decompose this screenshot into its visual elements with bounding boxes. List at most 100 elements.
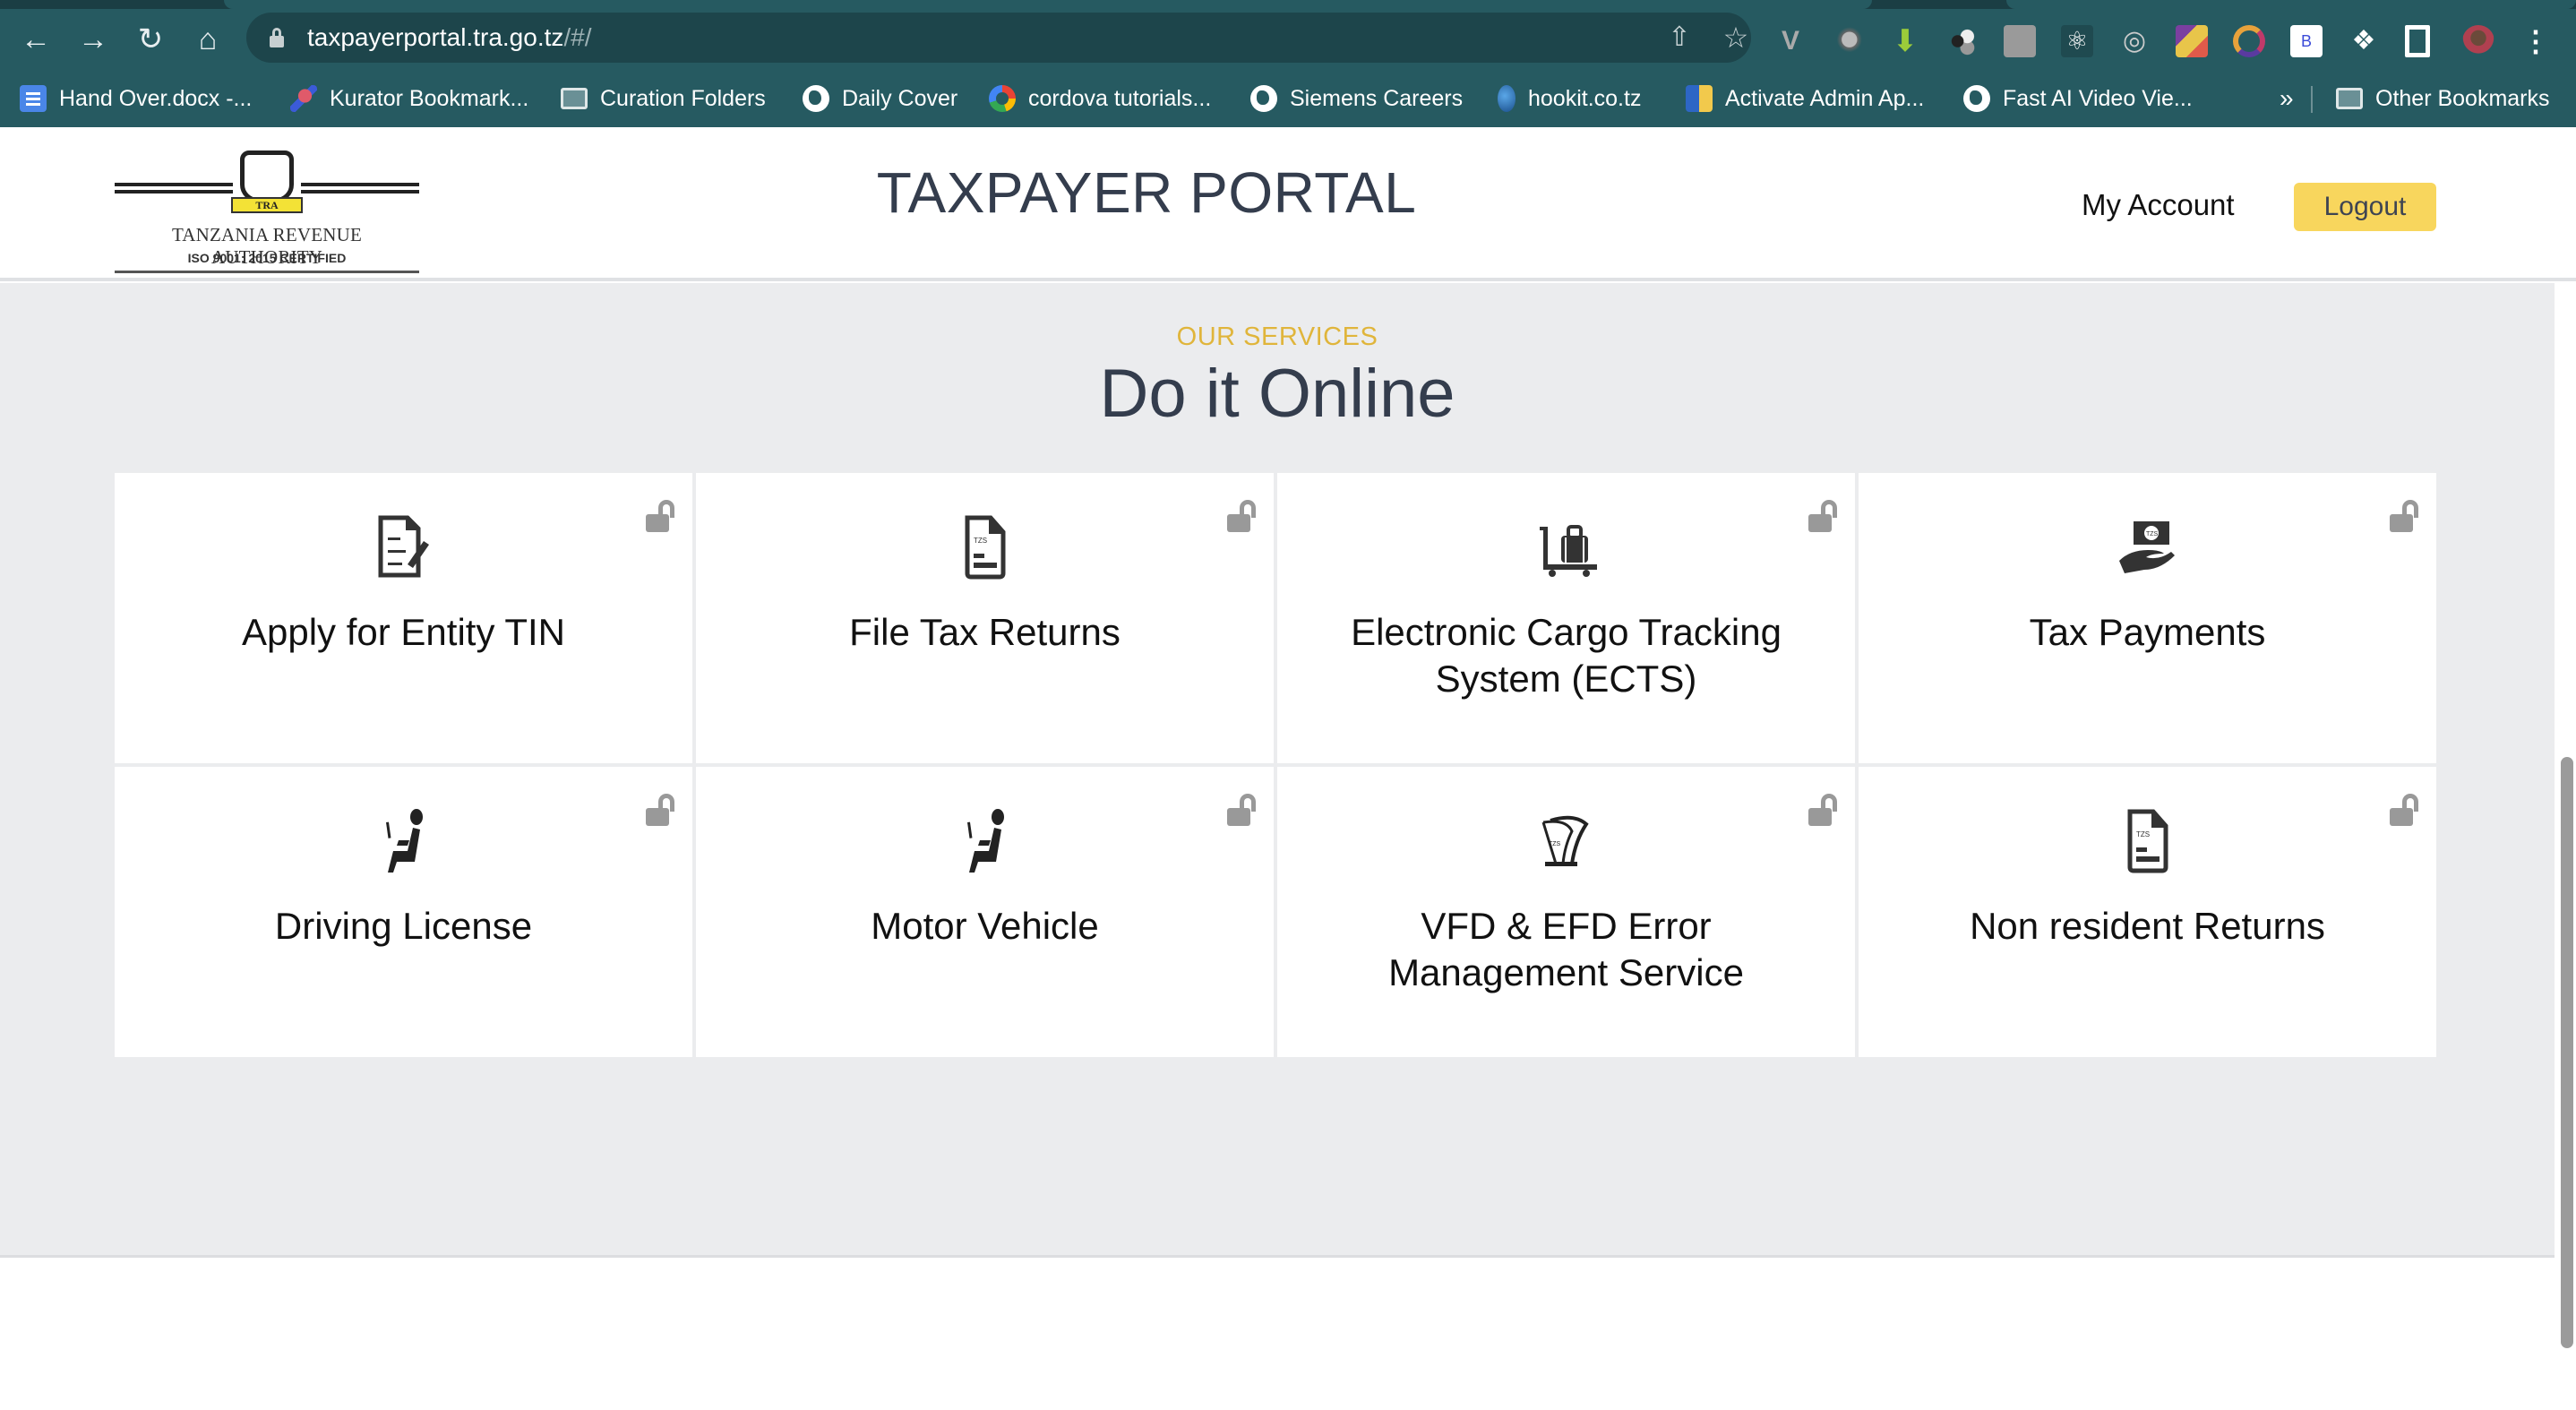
- portal-title: TAXPAYER PORTAL: [876, 160, 1417, 225]
- my-account-link[interactable]: My Account: [2082, 188, 2235, 222]
- receipt-printer-icon: TZS: [1541, 815, 1589, 866]
- bookmark-label: Hand Over.docx -...: [59, 85, 253, 111]
- service-card-ects[interactable]: Electronic Cargo Tracking System (ECTS): [1277, 473, 1855, 763]
- service-label: Motor Vehicle: [871, 905, 1099, 947]
- ring-extension-icon[interactable]: [2233, 25, 2265, 57]
- bookmark-label: cordova tutorials...: [1028, 85, 1212, 111]
- svg-text:TZS: TZS: [2136, 830, 2150, 838]
- lock-icon[interactable]: [270, 28, 284, 47]
- service-card-driving-license[interactable]: Driving License: [115, 767, 692, 1057]
- unlocked-padlock-icon: [646, 500, 676, 532]
- service-label: File Tax Returns: [849, 611, 1121, 653]
- home-icon: ⌂: [198, 22, 218, 56]
- bookmark-label: hookit.co.tz: [1528, 85, 1642, 111]
- bookmarks-bar: Hand Over.docx -... Kurator Bookmark... …: [0, 72, 2576, 125]
- globe-icon: [1250, 85, 1277, 112]
- share-icon[interactable]: ⇧: [1663, 21, 1696, 54]
- reload-button[interactable]: ↻: [133, 21, 168, 57]
- luggage-cart-icon: [1539, 525, 1597, 577]
- unlocked-padlock-icon: [1808, 794, 1839, 826]
- bookmark-label: Kurator Bookmark...: [330, 85, 529, 111]
- touch-icon[interactable]: [2004, 25, 2036, 57]
- star-icon[interactable]: ☆: [1720, 21, 1752, 54]
- react-devtools-icon[interactable]: ⚛: [2061, 25, 2093, 57]
- service-card-file-tax-returns[interactable]: TZS File Tax Returns: [696, 473, 1274, 763]
- service-label: Apply for Entity TIN: [241, 611, 566, 653]
- kurator-icon: [290, 85, 317, 112]
- bookmark-item[interactable]: Activate Admin Ap...: [1686, 82, 1924, 115]
- iso-certification: ISO 9001: 2015 CERTIFIED: [187, 251, 347, 265]
- service-label: Driving License: [274, 905, 533, 947]
- url-host: taxpayerportal.tra.go.tz: [307, 23, 564, 51]
- bookmark-item[interactable]: Kurator Bookmark...: [290, 82, 528, 115]
- bookmark-item[interactable]: Hand Over.docx -...: [20, 82, 252, 115]
- b-extension-icon[interactable]: B: [2290, 25, 2323, 57]
- forward-button[interactable]: →: [75, 21, 111, 57]
- services-section: OUR SERVICES Do it Online Apply for Enti…: [0, 283, 2555, 1258]
- folder-icon: [561, 88, 588, 109]
- bookmark-item[interactable]: cordova tutorials...: [989, 82, 1211, 115]
- bookmark-item[interactable]: Daily Cover: [803, 82, 957, 115]
- bookmark-item[interactable]: hookit.co.tz: [1498, 82, 1641, 115]
- tzs-document-icon: TZS: [965, 515, 1005, 580]
- tab-strip: [0, 0, 2576, 9]
- logout-button[interactable]: Logout: [2294, 183, 2436, 231]
- bookmark-label: Curation Folders: [600, 85, 766, 111]
- unlocked-padlock-icon: [646, 794, 676, 826]
- driver-seat-icon: [966, 809, 1004, 873]
- hand-money-icon: TZS: [2118, 521, 2175, 573]
- home-button[interactable]: ⌂: [190, 21, 226, 57]
- tzs-document-icon: TZS: [2127, 809, 2168, 873]
- service-card-vfd-efd[interactable]: TZS VFD & EFD Error Management Service: [1277, 767, 1855, 1057]
- other-bookmarks-folder[interactable]: Other Bookmarks: [2336, 82, 2550, 115]
- service-card-apply-entity-tin[interactable]: Apply for Entity TIN: [115, 473, 692, 763]
- download-icon[interactable]: ⬇: [1889, 25, 1921, 57]
- arrow-right-icon: →: [78, 22, 108, 56]
- document-edit-icon: [378, 515, 429, 578]
- unlocked-padlock-icon: [1227, 500, 1258, 532]
- browser-toolbar: ← → ↻ ⌂ taxpayerportal.tra.go.tz/#/ ⇧ ☆ …: [0, 9, 2576, 70]
- services-grid: Apply for Entity TIN TZS File Tax Return…: [115, 473, 2436, 1057]
- service-card-tax-payments[interactable]: TZS Tax Payments: [1859, 473, 2436, 763]
- google-docs-icon: [20, 85, 47, 112]
- google-icon: [989, 85, 1016, 112]
- bookmark-label: Siemens Careers: [1290, 85, 1464, 111]
- target-icon[interactable]: ◎: [2118, 25, 2151, 57]
- bookmark-label: Daily Cover: [842, 85, 958, 111]
- globe-icon: [803, 85, 829, 112]
- service-label: Non resident Returns: [1970, 905, 2325, 947]
- sidebar-icon[interactable]: [2405, 25, 2430, 57]
- service-card-motor-vehicle[interactable]: Motor Vehicle: [696, 767, 1274, 1057]
- driver-seat-icon: [385, 809, 423, 873]
- active-tab[interactable]: [224, 0, 1872, 9]
- section-eyebrow: OUR SERVICES: [1176, 322, 1378, 351]
- vue-devtools-icon[interactable]: V: [1774, 25, 1807, 57]
- unlocked-padlock-icon: [2390, 794, 2420, 826]
- puzzle-extensions-icon[interactable]: ❖: [2348, 25, 2380, 57]
- browser-tab[interactable]: [2006, 0, 2576, 9]
- kurator-extension-icon[interactable]: [1832, 25, 1864, 57]
- kebab-menu-icon[interactable]: ⋮: [2520, 25, 2552, 57]
- url-text[interactable]: taxpayerportal.tra.go.tz/#/: [307, 23, 592, 52]
- reload-icon: ↻: [137, 22, 164, 56]
- service-card-non-resident-returns[interactable]: TZS Non resident Returns: [1859, 767, 2436, 1057]
- arrow-left-icon: ←: [21, 22, 51, 56]
- bookmark-label: Other Bookmarks: [2375, 85, 2550, 111]
- bookmark-item[interactable]: Fast AI Video Vie...: [1963, 82, 2193, 115]
- service-label: Tax Payments: [2029, 611, 2266, 653]
- globe-icon: [1963, 85, 1990, 112]
- more-bookmarks-button[interactable]: »: [2280, 84, 2294, 113]
- back-button[interactable]: ←: [18, 21, 54, 57]
- folder-icon: [2336, 88, 2363, 109]
- bookmark-item[interactable]: Siemens Careers: [1250, 82, 1463, 115]
- page-scrollbar[interactable]: [2561, 757, 2573, 1348]
- profile-avatar[interactable]: [2462, 25, 2494, 57]
- address-bar[interactable]: taxpayerportal.tra.go.tz/#/ ⇧ ☆: [246, 13, 1751, 63]
- colorful-extension-icon[interactable]: [2176, 25, 2208, 57]
- molecule-icon[interactable]: [1946, 25, 1979, 57]
- unlocked-padlock-icon: [1808, 500, 1839, 532]
- hookit-icon: [1498, 85, 1516, 112]
- bookmark-folder[interactable]: Curation Folders: [561, 82, 766, 115]
- unlocked-padlock-icon: [2390, 500, 2420, 532]
- bookmark-label: Activate Admin Ap...: [1725, 85, 1925, 111]
